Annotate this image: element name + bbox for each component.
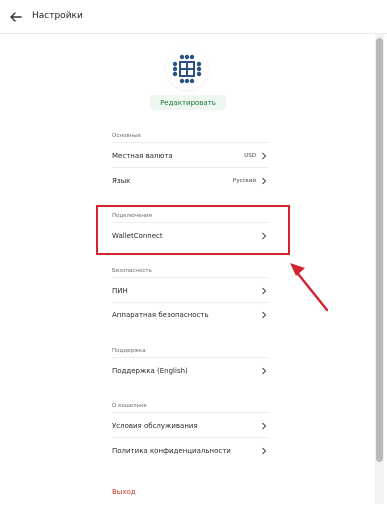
chevron-right-icon — [262, 447, 267, 455]
chevron-right-icon — [262, 287, 267, 295]
setting-label: Поддержка (English) — [112, 367, 188, 375]
chevron-right-icon — [262, 367, 267, 375]
divider — [112, 142, 269, 143]
setting-row-hardware-security[interactable]: Аппаратная безопасность — [112, 306, 267, 324]
setting-value: USD — [244, 153, 256, 159]
setting-label: Язык — [112, 177, 131, 185]
arrow-left-icon[interactable] — [9, 10, 23, 24]
setting-label: Условия обслуживания — [112, 422, 198, 430]
setting-label: Аппаратная безопасность — [112, 311, 209, 319]
section-label-about: О кошельке — [112, 403, 147, 409]
setting-row-currency[interactable]: Местная валюта USD — [112, 147, 267, 165]
setting-row-pin[interactable]: ПИН — [112, 282, 267, 300]
chevron-right-icon — [262, 152, 267, 160]
divider — [112, 412, 269, 413]
highlight-box — [96, 205, 290, 255]
section-label-general: Основные — [112, 133, 141, 139]
setting-row-language[interactable]: Язык Русский — [112, 172, 267, 190]
setting-value: Русский — [232, 178, 256, 184]
edit-profile-button[interactable]: Редактировать — [150, 95, 226, 110]
setting-row-terms[interactable]: Условия обслуживания — [112, 417, 267, 435]
wallet-avatar — [166, 48, 208, 90]
divider — [112, 167, 269, 168]
annotation-arrow-icon — [290, 263, 329, 312]
section-label-support: Поддержка — [112, 348, 146, 354]
divider — [112, 302, 269, 303]
divider — [112, 277, 269, 278]
chevron-right-icon — [262, 311, 267, 319]
setting-label: ПИН — [112, 287, 128, 295]
setting-label: Политика конфиденциальности — [112, 447, 231, 455]
chevron-right-icon — [262, 177, 267, 185]
chevron-right-icon — [262, 422, 267, 430]
section-label-security: Безопасность — [112, 268, 152, 274]
scrollbar-thumb[interactable] — [376, 38, 383, 462]
page-title: Настройки — [32, 11, 83, 21]
setting-row-support[interactable]: Поддержка (English) — [112, 362, 267, 380]
setting-row-privacy[interactable]: Политика конфиденциальности — [112, 442, 267, 460]
divider — [112, 437, 269, 438]
logout-button[interactable]: Выход — [112, 488, 136, 496]
divider — [112, 357, 269, 358]
wallet-grid-logo-icon — [172, 54, 202, 84]
app-header: Настройки — [0, 0, 387, 34]
settings-screen: Настройки Редактировать Основные Местная… — [0, 0, 387, 512]
setting-label: Местная валюта — [112, 152, 173, 160]
